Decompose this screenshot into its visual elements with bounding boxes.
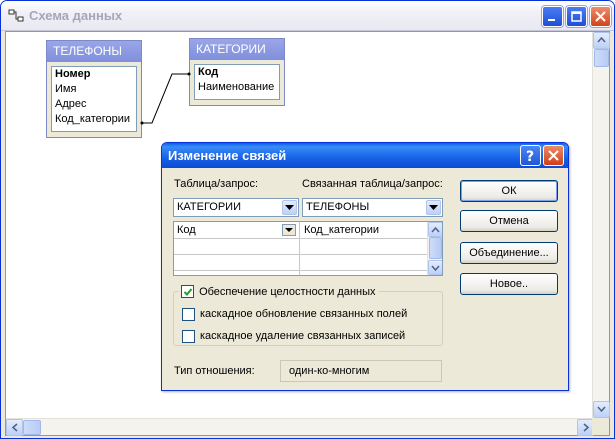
grid-scroll-thumb[interactable] [429, 237, 442, 259]
related-table-select[interactable]: ТЕЛЕФОНЫ [302, 198, 443, 217]
close-icon [595, 11, 606, 22]
chevron-down-icon [285, 228, 293, 232]
cascade-update-checkbox[interactable] [182, 308, 195, 321]
checkmark-icon [183, 288, 193, 296]
scroll-down-button[interactable] [593, 401, 610, 418]
grid-scroll-down-button[interactable] [428, 260, 442, 275]
grid-scrollbar[interactable] [427, 222, 442, 275]
chevron-down-icon [597, 406, 606, 412]
maximize-button[interactable] [566, 6, 587, 27]
svg-text:?: ? [526, 149, 534, 163]
scroll-corner [592, 418, 609, 435]
close-button[interactable] [590, 6, 611, 27]
horizontal-scroll-thumb[interactable] [23, 420, 41, 435]
cascade-update-label: каскадное обновление связанных полей [200, 308, 408, 320]
integrity-option[interactable]: Обеспечение целостности данных [178, 285, 379, 299]
relation-type-value: один-ко-многим [280, 360, 442, 382]
dialog-title: Изменение связей [168, 148, 287, 163]
scroll-up-button[interactable] [593, 32, 610, 49]
integrity-checkbox[interactable] [181, 285, 194, 298]
edit-relationships-dialog: Изменение связей ? Таблица/запрос: Связа… [161, 142, 569, 391]
chevron-down-icon [285, 205, 294, 210]
relationships-icon [8, 9, 24, 22]
help-button[interactable]: ? [520, 145, 541, 166]
related-table-value: ТЕЛЕФОНЫ [306, 201, 370, 213]
join-type-button[interactable]: Объединение... [460, 242, 558, 264]
minimize-icon [548, 19, 555, 21]
grid-cell-dropdown-button[interactable] [282, 224, 296, 236]
chevron-down-icon [431, 265, 440, 271]
chevron-up-icon [431, 227, 440, 233]
horizontal-scrollbar[interactable] [6, 418, 594, 436]
relationship-line[interactable] [6, 32, 306, 152]
cascade-delete-label: каскадное удаление связанных записей [200, 330, 406, 342]
maximize-icon [571, 11, 582, 22]
table-query-value: КАТЕГОРИИ [177, 201, 241, 213]
relation-type-label: Тип отношения: [174, 365, 255, 377]
data-schema-window: Схема данных ТЕЛЕФОНЫ Номер Имя Адрес Ко… [0, 0, 615, 439]
help-icon: ? [526, 149, 534, 163]
create-new-button[interactable]: Новое.. [460, 273, 558, 295]
table-query-dropdown-button[interactable] [282, 200, 297, 215]
minimize-button[interactable] [542, 6, 563, 27]
fields-grid[interactable]: Код Код_категории [173, 221, 443, 276]
ok-button[interactable]: ОК [460, 180, 558, 202]
window-titlebar[interactable]: Схема данных [1, 1, 614, 31]
table-query-label: Таблица/запрос: [174, 178, 259, 190]
close-icon [548, 150, 559, 161]
related-table-dropdown-button[interactable] [426, 200, 441, 215]
dialog-titlebar[interactable]: Изменение связей ? [162, 143, 568, 168]
grid-cell-right[interactable]: Код_категории [301, 223, 379, 237]
chevron-right-icon [583, 423, 589, 432]
grid-cell-left[interactable]: Код [174, 223, 196, 237]
chevron-left-icon [12, 423, 18, 432]
scroll-left-button[interactable] [6, 419, 23, 436]
vertical-scroll-thumb[interactable] [594, 49, 609, 67]
window-title: Схема данных [29, 8, 123, 23]
chevron-up-icon [597, 37, 606, 43]
chevron-down-icon [429, 205, 438, 210]
table-query-select[interactable]: КАТЕГОРИИ [173, 198, 299, 217]
related-table-label: Связанная таблица/запрос: [302, 178, 443, 190]
grid-scroll-up-button[interactable] [428, 222, 442, 237]
integrity-label: Обеспечение целостности данных [199, 285, 376, 298]
cancel-button[interactable]: Отмена [460, 210, 558, 232]
dialog-close-button[interactable] [543, 145, 564, 166]
vertical-scrollbar[interactable] [592, 32, 610, 418]
cascade-delete-checkbox[interactable] [182, 330, 195, 343]
